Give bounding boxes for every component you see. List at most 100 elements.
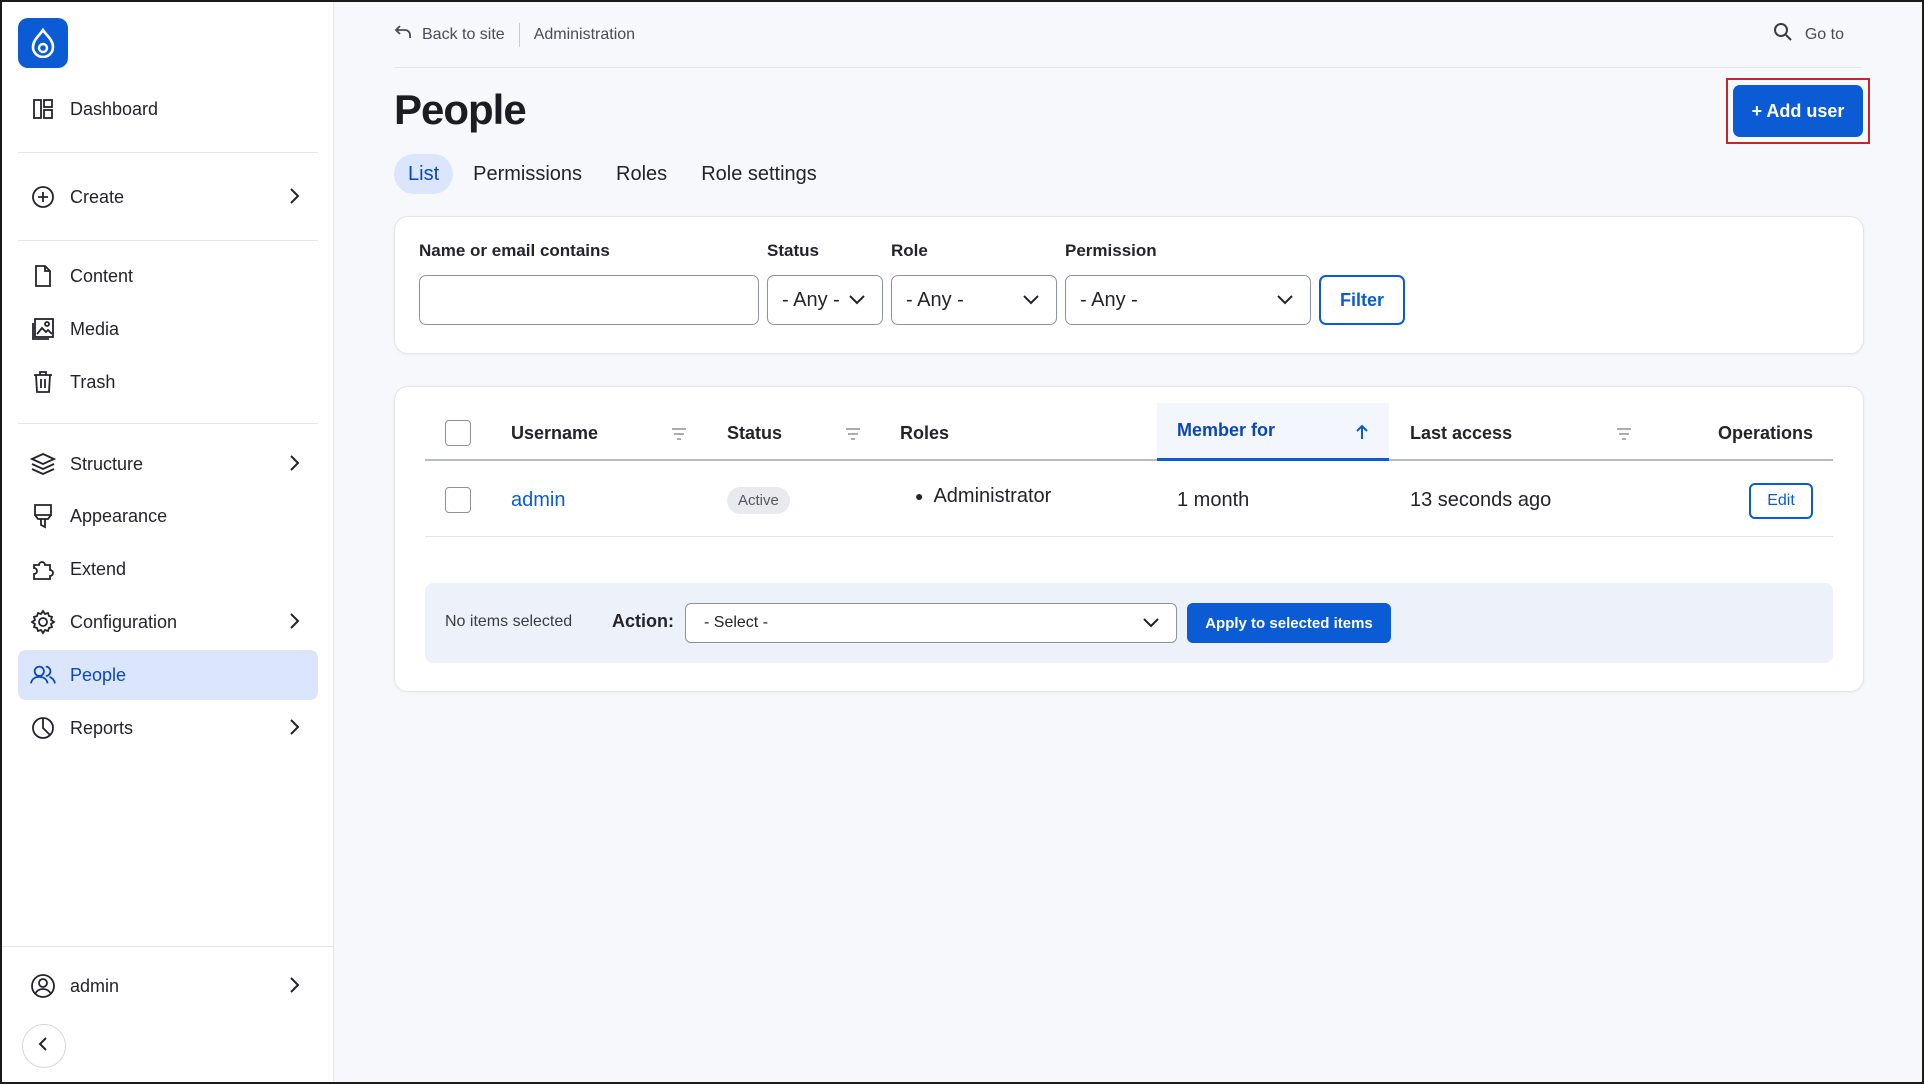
- chevron-right-icon: [284, 975, 304, 1000]
- chevron-right-icon: [284, 717, 304, 742]
- row-checkbox[interactable]: [445, 487, 471, 513]
- roles-cell: ● Administrator: [915, 459, 1051, 533]
- action-label: Action:: [612, 611, 674, 631]
- column-label: Last access: [1410, 422, 1513, 443]
- main-content: Back to site Administration Go to People…: [334, 2, 1922, 1082]
- add-user-highlight: + Add user: [1726, 78, 1870, 144]
- table-row: admin Active ● Administrator 1 month 13 …: [425, 463, 1833, 537]
- back-to-site-label: Back to site: [422, 25, 505, 43]
- page-title: People: [394, 86, 527, 133]
- sidebar-item-label: Configuration: [70, 611, 178, 632]
- add-user-button[interactable]: + Add user: [1733, 85, 1863, 137]
- sidebar-item-trash[interactable]: Trash: [18, 357, 318, 407]
- sidebar-item-label: Trash: [70, 371, 116, 392]
- tab-list[interactable]: List: [394, 154, 454, 194]
- sidebar-item-structure[interactable]: Structure: [18, 439, 318, 489]
- status-select[interactable]: - Any -: [767, 275, 883, 325]
- sort-icon: [845, 425, 861, 446]
- table-header: Username Status Roles Member for Last ac…: [425, 403, 1833, 461]
- sidebar-item-label: People: [70, 664, 127, 685]
- divider: [2, 946, 333, 947]
- collapse-sidebar-button[interactable]: [22, 1024, 66, 1068]
- breadcrumb-separator: [518, 22, 520, 47]
- last-access-cell: 13 seconds ago: [1410, 488, 1552, 511]
- column-label: Username: [511, 422, 599, 443]
- status-badge: Active: [727, 486, 790, 514]
- sidebar-item-label: Dashboard: [70, 98, 159, 119]
- permission-select[interactable]: - Any -: [1065, 275, 1311, 325]
- filter-panel: Name or email contains Status - Any - Ro…: [394, 216, 1864, 354]
- goto-button[interactable]: Go to: [1773, 22, 1844, 47]
- apply-to-selected-button[interactable]: Apply to selected items: [1187, 603, 1391, 643]
- sidebar-item-create[interactable]: Create: [18, 172, 318, 222]
- sidebar-item-label: admin: [70, 975, 120, 996]
- column-last-access[interactable]: Last access: [1410, 405, 1632, 461]
- status-filter-label: Status: [767, 241, 819, 260]
- app-window: Dashboard Create Content Media Trash Str…: [0, 0, 1924, 1084]
- role-filter-label: Role: [891, 241, 928, 260]
- member-for-cell: 1 month: [1177, 488, 1250, 511]
- sidebar-item-reports[interactable]: Reports: [18, 703, 318, 753]
- sidebar-item-extend[interactable]: Extend: [18, 544, 318, 594]
- user-circle-icon: [30, 973, 56, 999]
- trash-icon: [30, 369, 56, 395]
- tabs: List Permissions Roles Role settings: [394, 154, 837, 194]
- tab-role-settings[interactable]: Role settings: [687, 154, 831, 194]
- action-select-value: - Select -: [704, 614, 769, 631]
- sidebar-item-configuration[interactable]: Configuration: [18, 597, 318, 647]
- tab-roles[interactable]: Roles: [602, 154, 681, 194]
- sidebar-item-label: Appearance: [70, 505, 168, 526]
- sidebar-item-label: Extend: [70, 558, 127, 579]
- arrow-up-icon: [1355, 424, 1369, 445]
- brush-icon: [30, 503, 56, 529]
- sidebar-item-user[interactable]: admin: [18, 961, 318, 1011]
- divider: [18, 152, 318, 153]
- dashboard-icon: [30, 96, 56, 122]
- column-status[interactable]: Status: [727, 405, 861, 461]
- drupal-drop-icon[interactable]: [18, 18, 68, 68]
- users-icon: [30, 662, 56, 688]
- permission-filter-label: Permission: [1065, 241, 1157, 260]
- username-link[interactable]: admin: [511, 489, 565, 512]
- image-icon: [30, 316, 56, 342]
- sidebar-item-label: Media: [70, 318, 120, 339]
- select-all-checkbox[interactable]: [445, 420, 471, 446]
- chevron-left-icon: [36, 1036, 52, 1057]
- selected-count-text: No items selected: [445, 613, 573, 630]
- role-select[interactable]: - Any -: [891, 275, 1057, 325]
- bulk-actions-bar: No items selected Action: - Select - App…: [425, 583, 1833, 663]
- column-label: Roles: [900, 422, 950, 443]
- sidebar-item-label: Create: [70, 186, 125, 207]
- sidebar-item-media[interactable]: Media: [18, 304, 318, 354]
- layers-icon: [30, 451, 56, 477]
- sidebar-item-appearance[interactable]: Appearance: [18, 491, 318, 541]
- column-roles: Roles: [900, 405, 1050, 461]
- name-email-input[interactable]: [419, 275, 759, 325]
- edit-button[interactable]: Edit: [1749, 483, 1813, 519]
- column-label: Status: [727, 422, 783, 443]
- sort-icon: [1616, 425, 1632, 446]
- column-username[interactable]: Username: [511, 405, 687, 461]
- pie-chart-icon: [30, 715, 56, 741]
- back-to-site-link[interactable]: Back to site: [394, 24, 505, 45]
- action-select[interactable]: - Select -: [685, 603, 1177, 643]
- bullet-icon: ●: [915, 488, 924, 504]
- sidebar-item-label: Reports: [70, 717, 134, 738]
- column-member-for[interactable]: Member for: [1157, 403, 1389, 461]
- chevron-right-icon: [284, 453, 304, 478]
- divider: [18, 423, 318, 424]
- column-label: Member for: [1177, 420, 1276, 440]
- column-operations: Operations: [1718, 405, 1813, 461]
- search-icon: [1773, 22, 1805, 47]
- breadcrumb[interactable]: Administration: [534, 26, 635, 44]
- divider: [18, 240, 318, 241]
- sidebar-item-content[interactable]: Content: [18, 251, 318, 301]
- sidebar-item-dashboard[interactable]: Dashboard: [18, 84, 318, 134]
- puzzle-icon: [30, 556, 56, 582]
- sidebar-item-people[interactable]: People: [18, 650, 318, 700]
- filter-button[interactable]: Filter: [1319, 275, 1405, 325]
- sidebar-item-label: Content: [70, 265, 134, 286]
- plus-circle-icon: [30, 184, 56, 210]
- people-table: Username Status Roles Member for Last ac…: [394, 386, 1864, 692]
- tab-permissions[interactable]: Permissions: [459, 154, 596, 194]
